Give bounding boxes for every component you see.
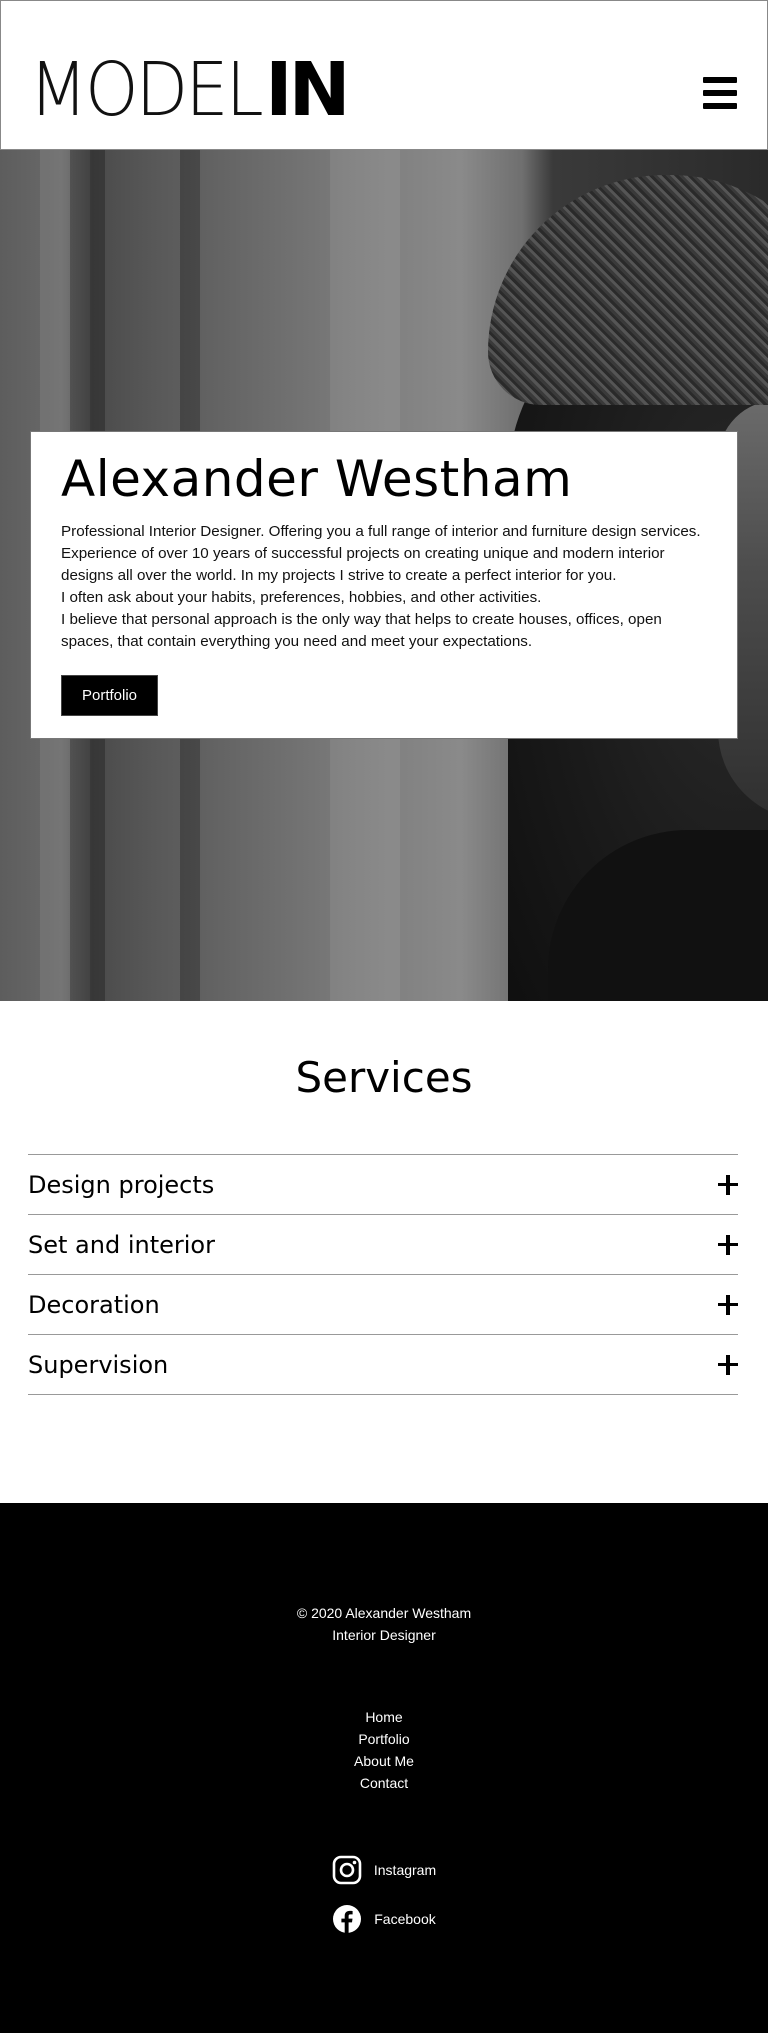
menu-bar (703, 90, 737, 96)
accordion-item-label: Set and interior (28, 1230, 215, 1259)
hamburger-icon[interactable] (703, 77, 737, 109)
hero-description-paragraph: I believe that personal approach is the … (61, 611, 662, 650)
footer-link-portfolio[interactable]: Portfolio (0, 1728, 768, 1750)
menu-bar (703, 77, 737, 83)
footer-link-about-me[interactable]: About Me (0, 1750, 768, 1772)
accordion-item-label: Decoration (28, 1290, 160, 1319)
plus-icon[interactable] (718, 1294, 738, 1315)
plus-icon[interactable] (718, 1234, 738, 1255)
hero-description: Professional Interior Designer. Offering… (61, 521, 707, 653)
logo-text-thin: MODEL (29, 47, 264, 133)
portfolio-button[interactable]: Portfolio (61, 675, 159, 716)
services-accordion: Design projects Set and interior Decorat… (28, 1154, 738, 1395)
accordion-item-label: Design projects (28, 1170, 215, 1199)
site-header: MODEL IN (0, 0, 768, 150)
social-label: Instagram (373, 1862, 437, 1878)
footer-copyright-block: © 2020 Alexander Westham Interior Design… (0, 1602, 768, 1646)
services-title: Services (295, 1053, 473, 1102)
social-link-facebook[interactable]: Facebook (0, 1904, 768, 1934)
site-footer: © 2020 Alexander Westham Interior Design… (0, 1503, 768, 2033)
intro-card: Alexander Westham Professional Interior … (30, 431, 738, 739)
social-label: Facebook (374, 1911, 436, 1927)
plus-icon[interactable] (718, 1174, 738, 1195)
hero-portrait-hat (488, 175, 768, 405)
services-section: Services Design projects Set and interio… (0, 1001, 768, 1503)
accordion-item-label: Supervision (28, 1350, 169, 1379)
hero-title: Alexander Westham (61, 450, 573, 508)
accordion-item-supervision[interactable]: Supervision (28, 1335, 738, 1395)
footer-link-home[interactable]: Home (0, 1706, 768, 1728)
footer-link-contact[interactable]: Contact (0, 1772, 768, 1794)
footer-nav: Home Portfolio About Me Contact (0, 1706, 768, 1794)
social-link-instagram[interactable]: Instagram (0, 1855, 768, 1885)
logo[interactable]: MODEL IN (29, 53, 351, 127)
footer-role: Interior Designer (332, 1627, 436, 1643)
menu-bar (703, 103, 737, 109)
hero-description-paragraph: Professional Interior Designer. Offering… (61, 523, 701, 584)
accordion-item-set-and-interior[interactable]: Set and interior (28, 1215, 738, 1275)
plus-icon[interactable] (718, 1354, 738, 1375)
logo-text-bold: IN (265, 47, 350, 133)
footer-copyright: © 2020 Alexander Westham (296, 1605, 472, 1621)
instagram-icon (332, 1855, 362, 1885)
accordion-item-design-projects[interactable]: Design projects (28, 1155, 738, 1215)
facebook-icon (333, 1905, 362, 1933)
hero-description-paragraph: I often ask about your habits, preferenc… (61, 589, 542, 606)
accordion-item-decoration[interactable]: Decoration (28, 1275, 738, 1335)
